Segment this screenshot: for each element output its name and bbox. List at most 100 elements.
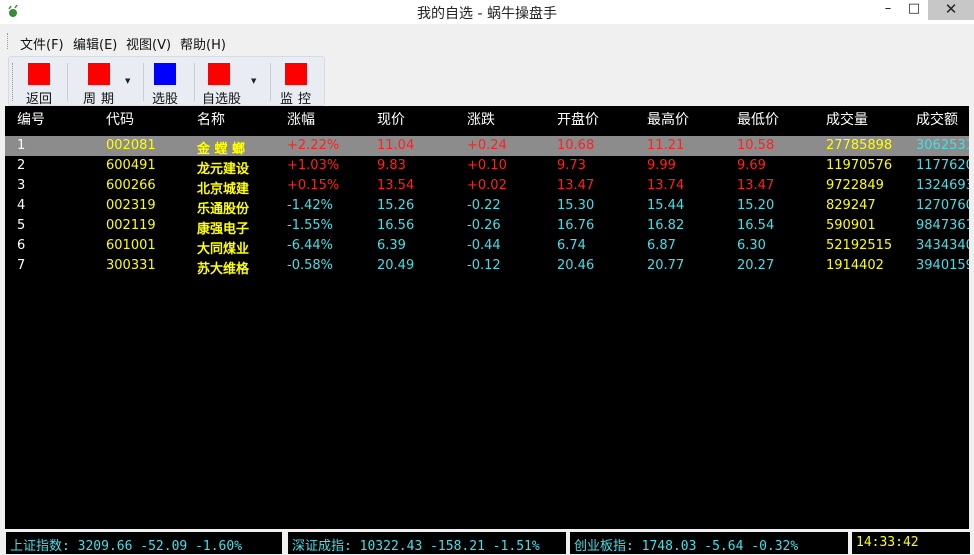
- cell-change: -0.44: [467, 238, 501, 253]
- table-row[interactable]: 5 002119 康强电子 -1.55% 16.56 -0.26 16.76 16.82 16.…: [5, 216, 969, 237]
- cell-volume: 52192515: [826, 238, 893, 253]
- cell-pct: +1.03%: [287, 158, 340, 173]
- period-dropdown-icon[interactable]: ▼: [125, 77, 130, 85]
- header-volume[interactable]: 成交量: [826, 109, 868, 129]
- cell-open: 10.68: [557, 138, 595, 153]
- cell-code: 601001: [106, 238, 156, 253]
- monitor-button[interactable]: 监控: [275, 57, 321, 107]
- watchlist-dropdown-icon[interactable]: ▼: [251, 77, 256, 85]
- cell-pct: +2.22%: [287, 138, 340, 153]
- toolbar-grip[interactable]: [12, 63, 15, 101]
- close-button[interactable]: ✕: [928, 0, 974, 20]
- cell-amount: 3434340: [916, 238, 969, 253]
- cell-price: 11.04: [377, 138, 415, 153]
- watchlist-label: 自选股: [202, 92, 242, 107]
- sz-index-label: 深证成指:: [292, 539, 352, 554]
- cell-name: 康强电子: [197, 222, 250, 237]
- cell-name: 乐通股份: [197, 202, 250, 217]
- toolbar-separator: [67, 63, 68, 101]
- menu-bar: 文件(F) 编辑(E) 视图(V) 帮助(H): [0, 24, 974, 56]
- header-high[interactable]: 最高价: [647, 109, 689, 129]
- menu-file[interactable]: 文件(F): [20, 34, 64, 53]
- sh-index-value: 3209.66: [77, 539, 133, 554]
- cell-open: 6.74: [557, 238, 586, 253]
- cell-high: 20.77: [647, 258, 685, 273]
- header-id[interactable]: 编号: [17, 109, 45, 129]
- cell-code: 300331: [106, 258, 156, 273]
- cell-id: 5: [17, 218, 26, 233]
- watchlist-icon: [208, 63, 230, 85]
- cell-change: -0.26: [467, 218, 501, 233]
- cell-high: 16.82: [647, 218, 685, 233]
- cell-id: 7: [17, 258, 26, 273]
- cell-pct: -1.55%: [287, 218, 333, 233]
- header-code[interactable]: 代码: [106, 109, 134, 129]
- status-clock: 14:33:42: [852, 532, 970, 554]
- minimize-button[interactable]: –: [876, 0, 900, 20]
- period-label: 周期: [83, 92, 120, 107]
- header-change[interactable]: 涨跌: [467, 109, 495, 129]
- back-button[interactable]: 返回: [23, 57, 63, 107]
- cell-volume: 590901: [826, 218, 876, 233]
- cell-volume: 9722849: [826, 178, 884, 193]
- cell-volume: 27785898: [826, 138, 893, 153]
- cell-code: 600266: [106, 178, 156, 193]
- cell-name: 北京城建: [197, 182, 250, 197]
- cell-amount: 3062531: [916, 138, 969, 153]
- header-low[interactable]: 最低价: [737, 109, 779, 129]
- cell-open: 13.47: [557, 178, 595, 193]
- period-button[interactable]: 周期 ▼: [79, 57, 139, 107]
- header-name[interactable]: 名称: [197, 109, 225, 129]
- toolbar: 返回 周期 ▼ 选股 自选股 ▼ 监控: [8, 56, 325, 107]
- window-title: 我的自选 - 蜗牛操盘手: [417, 6, 557, 22]
- table-row[interactable]: 2 600491 龙元建设 +1.03% 9.83 +0.10 9.73 9.99 9.69 11…: [5, 156, 969, 177]
- cell-change: -0.12: [467, 258, 501, 273]
- cell-id: 6: [17, 238, 26, 253]
- header-open[interactable]: 开盘价: [557, 109, 599, 129]
- cell-amount: 3940159: [916, 258, 969, 273]
- cell-low: 9.69: [737, 158, 766, 173]
- cell-price: 16.56: [377, 218, 415, 233]
- back-icon: [28, 63, 50, 85]
- cell-amount: 1324693: [916, 178, 969, 193]
- watchlist-button[interactable]: 自选股 ▼: [199, 57, 265, 107]
- monitor-icon: [285, 63, 307, 85]
- cell-amount: 1270760: [916, 198, 969, 213]
- stock-screen-icon: [154, 63, 176, 85]
- title-bar: 我的自选 - 蜗牛操盘手 – □ ✕: [0, 0, 974, 24]
- cell-price: 6.39: [377, 238, 406, 253]
- table-row[interactable]: 7 300331 苏大维格 -0.58% 20.49 -0.12 20.46 20.77 20.…: [5, 256, 969, 277]
- cell-price: 15.26: [377, 198, 415, 213]
- menu-view[interactable]: 视图(V): [126, 34, 171, 53]
- stock-screen-button[interactable]: 选股: [149, 57, 189, 107]
- cell-high: 15.44: [647, 198, 685, 213]
- toolbar-separator: [270, 63, 271, 101]
- cell-open: 9.73: [557, 158, 586, 173]
- cell-change: +0.10: [467, 158, 507, 173]
- header-amount[interactable]: 成交额: [916, 109, 958, 129]
- cell-volume: 1914402: [826, 258, 884, 273]
- menu-grip[interactable]: [7, 33, 10, 49]
- header-pct[interactable]: 涨幅: [287, 109, 315, 129]
- cell-name: 大同煤业: [197, 242, 250, 257]
- table-row[interactable]: 6 601001 大同煤业 -6.44% 6.39 -0.44 6.74 6.87 6.30 52…: [5, 236, 969, 257]
- sh-index-change: -52.09: [140, 539, 188, 554]
- status-sz-index: 深证成指: 10322.43 -158.21 -1.51%: [288, 532, 566, 554]
- sz-index-value: 10322.43: [359, 539, 423, 554]
- cell-price: 20.49: [377, 258, 415, 273]
- table-row[interactable]: 4 002319 乐通股份 -1.42% 15.26 -0.22 15.30 15.44 15.…: [5, 196, 969, 217]
- stock-screen-label: 选股: [152, 92, 179, 107]
- menu-edit[interactable]: 编辑(E): [73, 34, 117, 53]
- cell-open: 16.76: [557, 218, 595, 233]
- period-icon: [88, 63, 110, 85]
- cell-open: 15.30: [557, 198, 595, 213]
- cell-volume: 11970576: [826, 158, 893, 173]
- cell-pct: +0.15%: [287, 178, 340, 193]
- maximize-button[interactable]: □: [902, 0, 926, 20]
- cell-low: 10.58: [737, 138, 775, 153]
- cell-low: 16.54: [737, 218, 775, 233]
- header-price[interactable]: 现价: [377, 109, 405, 129]
- menu-help[interactable]: 帮助(H): [180, 34, 226, 53]
- table-row[interactable]: 1 002081 金 螳 螂 +2.22% 11.04 +0.24 10.68 11.21 10…: [5, 136, 969, 157]
- table-row[interactable]: 3 600266 北京城建 +0.15% 13.54 +0.02 13.47 13.74 13.…: [5, 176, 969, 197]
